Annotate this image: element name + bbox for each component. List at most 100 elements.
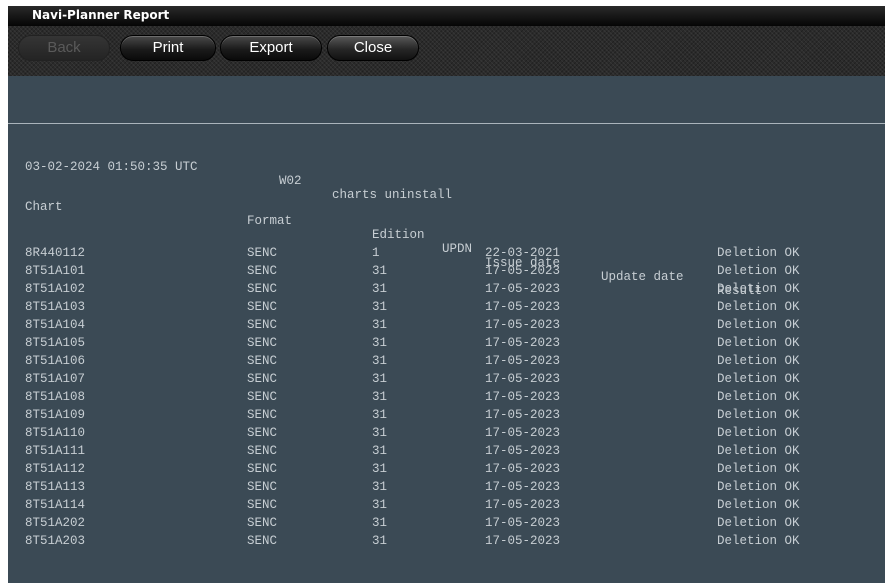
cell-format: SENC [247, 462, 278, 476]
cell-chart: 8T51A104 [25, 318, 86, 332]
cell-result: Deletion OK [717, 498, 800, 512]
cell-issue-date: 17-05-2023 [485, 282, 561, 296]
toolbar: Back Print Export Close [8, 26, 885, 76]
cell-edition: 31 [372, 372, 388, 386]
cell-edition: 31 [372, 390, 388, 404]
export-button[interactable]: Export [220, 35, 322, 61]
header-format: Format [247, 214, 293, 228]
cell-issue-date: 17-05-2023 [485, 408, 561, 422]
cell-edition: 31 [372, 282, 388, 296]
report-body: 03-02-2024 01:50:35 UTC W02 charts unins… [8, 124, 885, 583]
cell-chart: 8T51A107 [25, 372, 86, 386]
cell-issue-date: 17-05-2023 [485, 444, 561, 458]
session-timestamp: 03-02-2024 01:50:35 UTC [25, 160, 198, 174]
cell-result: Deletion OK [717, 480, 800, 494]
cell-edition: 31 [372, 264, 388, 278]
cell-chart: 8T51A112 [25, 462, 86, 476]
cell-edition: 1 [372, 246, 380, 260]
cell-chart: 8T51A102 [25, 282, 86, 296]
cell-format: SENC [247, 282, 278, 296]
cell-issue-date: 17-05-2023 [485, 426, 561, 440]
cell-issue-date: 17-05-2023 [485, 336, 561, 350]
cell-edition: 31 [372, 480, 388, 494]
session-workstation: W02 [279, 174, 302, 188]
cell-result: Deletion OK [717, 390, 800, 404]
cell-result: Deletion OK [717, 282, 800, 296]
cell-result: Deletion OK [717, 372, 800, 386]
cell-issue-date: 17-05-2023 [485, 498, 561, 512]
cell-result: Deletion OK [717, 336, 800, 350]
cell-result: Deletion OK [717, 318, 800, 332]
cell-chart: 8T51A113 [25, 480, 86, 494]
header-edition: Edition [372, 228, 425, 242]
header-updn: UPDN [442, 242, 473, 256]
cell-format: SENC [247, 444, 278, 458]
cell-issue-date: 17-05-2023 [485, 318, 561, 332]
cell-chart: 8T51A101 [25, 264, 86, 278]
cell-issue-date: 22-03-2021 [485, 246, 561, 260]
cell-edition: 31 [372, 516, 388, 530]
cell-edition: 31 [372, 498, 388, 512]
cell-result: Deletion OK [717, 534, 800, 548]
cell-issue-date: 17-05-2023 [485, 516, 561, 530]
cell-result: Deletion OK [717, 354, 800, 368]
cell-result: Deletion OK [717, 264, 800, 278]
cell-result: Deletion OK [717, 246, 800, 260]
cell-edition: 31 [372, 408, 388, 422]
cell-format: SENC [247, 354, 278, 368]
close-button[interactable]: Close [327, 35, 419, 61]
cell-edition: 31 [372, 300, 388, 314]
cell-edition: 31 [372, 354, 388, 368]
cell-format: SENC [247, 336, 278, 350]
cell-edition: 31 [372, 462, 388, 476]
cell-format: SENC [247, 408, 278, 422]
cell-issue-date: 17-05-2023 [485, 534, 561, 548]
cell-format: SENC [247, 516, 278, 530]
report-window: Navi-Planner Report Back Print Export Cl… [8, 6, 885, 583]
cell-format: SENC [247, 498, 278, 512]
cell-chart: 8T51A105 [25, 336, 86, 350]
cell-issue-date: 17-05-2023 [485, 354, 561, 368]
cell-format: SENC [247, 390, 278, 404]
cell-result: Deletion OK [717, 408, 800, 422]
cell-result: Deletion OK [717, 516, 800, 530]
cell-format: SENC [247, 372, 278, 386]
cell-format: SENC [247, 318, 278, 332]
cell-chart: 8T51A106 [25, 354, 86, 368]
cell-result: Deletion OK [717, 462, 800, 476]
cell-chart: 8T51A114 [25, 498, 86, 512]
cell-format: SENC [247, 534, 278, 548]
cell-edition: 31 [372, 318, 388, 332]
cell-result: Deletion OK [717, 426, 800, 440]
back-button[interactable]: Back [18, 35, 110, 61]
cell-chart: 8R440112 [25, 246, 86, 260]
cell-chart: 8T51A110 [25, 426, 86, 440]
cell-chart: 8T51A108 [25, 390, 86, 404]
cell-chart: 8T51A111 [25, 444, 86, 458]
cell-result: Deletion OK [717, 444, 800, 458]
cell-chart: 8T51A203 [25, 534, 86, 548]
header-update-date: Update date [601, 270, 684, 284]
cell-issue-date: 17-05-2023 [485, 480, 561, 494]
cell-issue-date: 17-05-2023 [485, 372, 561, 386]
cell-chart: 8T51A202 [25, 516, 86, 530]
cell-edition: 31 [372, 426, 388, 440]
cell-format: SENC [247, 246, 278, 260]
print-button[interactable]: Print [120, 35, 216, 61]
cell-format: SENC [247, 426, 278, 440]
cell-format: SENC [247, 300, 278, 314]
cell-edition: 31 [372, 336, 388, 350]
cell-issue-date: 17-05-2023 [485, 462, 561, 476]
cell-edition: 31 [372, 444, 388, 458]
cell-edition: 31 [372, 534, 388, 548]
window-title: Navi-Planner Report [8, 6, 885, 26]
cell-chart: 8T51A109 [25, 408, 86, 422]
cell-format: SENC [247, 264, 278, 278]
session-action: charts uninstall [332, 188, 453, 202]
cell-result: Deletion OK [717, 300, 800, 314]
cell-issue-date: 17-05-2023 [485, 390, 561, 404]
cell-issue-date: 17-05-2023 [485, 264, 561, 278]
header-chart: Chart [25, 200, 63, 214]
cell-chart: 8T51A103 [25, 300, 86, 314]
cell-format: SENC [247, 480, 278, 494]
